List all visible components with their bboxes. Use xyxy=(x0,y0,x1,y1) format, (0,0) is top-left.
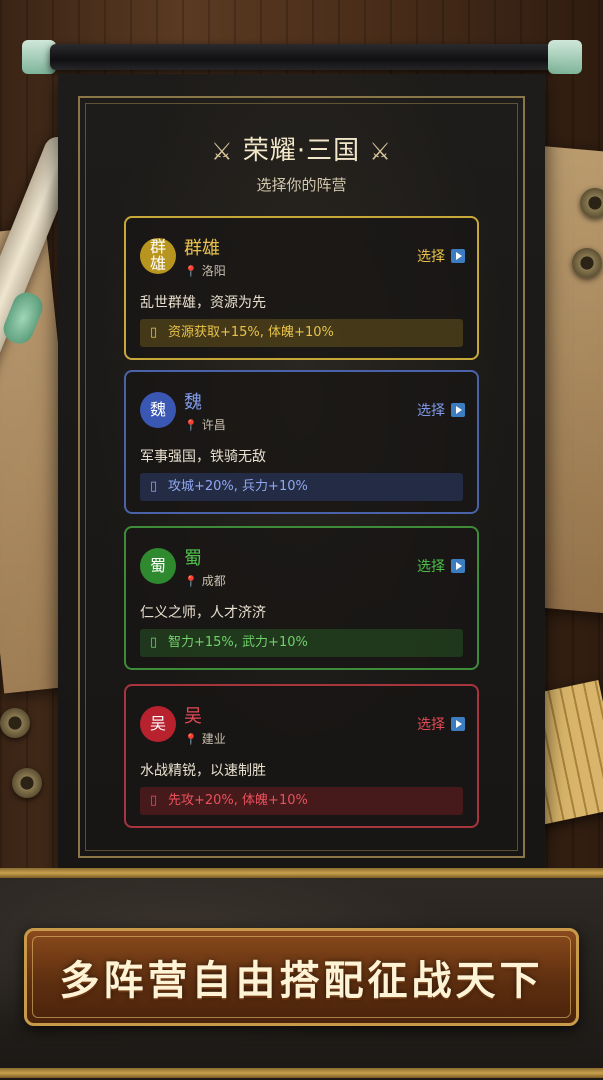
map-pin-icon: 📍 xyxy=(184,419,198,432)
rod-cap-right xyxy=(548,40,582,74)
faction-card-wei[interactable]: 魏 魏 📍 许昌 选择 军事强国，铁骑无敌 ▯ 攻城+20%, 兵力+10% xyxy=(124,370,479,514)
faction-buff: ▯ 攻城+20%, 兵力+10% xyxy=(140,473,463,501)
faction-avatar: 群 雄 xyxy=(140,238,176,274)
rod-bar xyxy=(50,44,554,70)
faction-name: 吴 xyxy=(184,706,202,727)
faction-buff: ▯ 智力+15%, 武力+10% xyxy=(140,629,463,657)
play-icon xyxy=(451,403,465,417)
buff-icon: ▯ xyxy=(150,325,158,340)
coin-icon xyxy=(0,708,30,738)
map-pin-icon: 📍 xyxy=(184,575,198,588)
faction-location: 📍 成都 xyxy=(184,574,226,588)
faction-location: 📍 许昌 xyxy=(184,418,226,432)
select-button[interactable]: 选择 xyxy=(417,246,465,266)
slogan-text: 多阵营自由搭配征战天下 xyxy=(59,957,544,1004)
play-icon xyxy=(451,249,465,263)
faction-description: 水战精锐，以速制胜 xyxy=(140,763,266,779)
faction-card-wu[interactable]: 吴 吴 📍 建业 选择 水战精锐，以速制胜 ▯ 先攻+20%, 体魄+10% xyxy=(124,684,479,828)
page-title-row: ⚔ 荣耀·三国 ⚔ xyxy=(0,130,603,167)
play-icon xyxy=(451,559,465,573)
crossed-swords-icon: ⚔ xyxy=(369,137,392,166)
crossed-swords-icon: ⚔ xyxy=(211,137,234,166)
map-pin-icon: 📍 xyxy=(184,265,198,278)
faction-name: 魏 xyxy=(184,392,202,413)
faction-description: 乱世群雄，资源为先 xyxy=(140,295,266,311)
play-icon xyxy=(451,717,465,731)
faction-location: 📍 洛阳 xyxy=(184,264,226,278)
faction-location: 📍 建业 xyxy=(184,732,226,746)
faction-avatar: 蜀 xyxy=(140,548,176,584)
page-title: 荣耀·三国 xyxy=(242,136,361,166)
faction-card-qunxiong[interactable]: 群 雄 群雄 📍 洛阳 选择 乱世群雄，资源为先 ▯ 资源获取+15%, 体魄+10… xyxy=(124,216,479,360)
select-button[interactable]: 选择 xyxy=(417,400,465,420)
faction-description: 仁义之师，人才济济 xyxy=(140,605,266,621)
buff-icon: ▯ xyxy=(150,479,158,494)
select-button[interactable]: 选择 xyxy=(417,714,465,734)
map-pin-icon: 📍 xyxy=(184,733,198,746)
faction-description: 军事强国，铁骑无敌 xyxy=(140,449,266,465)
faction-buff: ▯ 先攻+20%, 体魄+10% xyxy=(140,787,463,815)
coin-icon xyxy=(572,248,602,278)
band-edge-top xyxy=(0,868,603,878)
faction-name: 蜀 xyxy=(184,548,202,569)
coin-icon xyxy=(12,768,42,798)
buff-icon: ▯ xyxy=(150,635,158,650)
select-button[interactable]: 选择 xyxy=(417,556,465,576)
band-edge-bottom xyxy=(0,1068,603,1078)
faction-buff: ▯ 资源获取+15%, 体魄+10% xyxy=(140,319,463,347)
faction-name: 群雄 xyxy=(184,238,220,259)
scroll-rod xyxy=(22,40,582,74)
faction-card-shu[interactable]: 蜀 蜀 📍 成都 选择 仁义之师，人才济济 ▯ 智力+15%, 武力+10% xyxy=(124,526,479,670)
buff-icon: ▯ xyxy=(150,793,158,808)
faction-avatar: 魏 xyxy=(140,392,176,428)
page-subtitle: 选择你的阵营 xyxy=(256,176,347,194)
faction-avatar: 吴 xyxy=(140,706,176,742)
